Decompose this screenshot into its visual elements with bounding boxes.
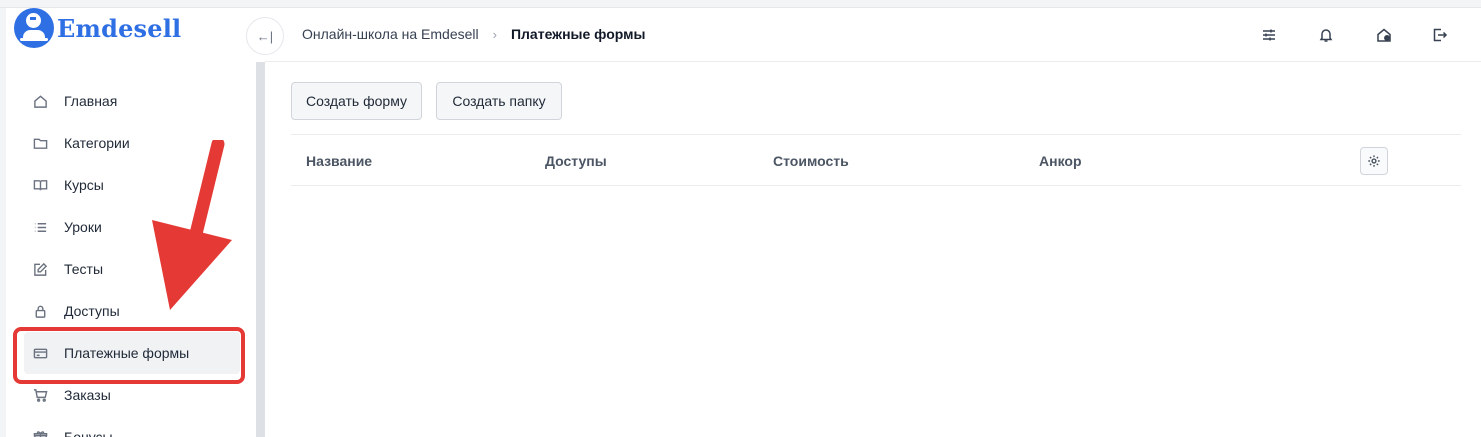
brand-name: Emdesell	[57, 13, 182, 43]
sidebar-item-label: Тесты	[64, 261, 104, 277]
sliders-icon[interactable]	[1260, 26, 1278, 44]
breadcrumb-parent-link[interactable]: Онлайн-школа на Emdesell	[302, 26, 479, 42]
table-header: Название Доступы Стоимость Анкор	[291, 134, 1461, 186]
annotation-highlight-box	[13, 327, 245, 384]
list-icon	[32, 219, 48, 235]
lock-icon	[32, 303, 48, 319]
logout-icon[interactable]	[1431, 26, 1449, 44]
collapse-arrow-icon: ←|	[256, 28, 274, 44]
sidebar-item-label: Бонусы	[64, 429, 113, 437]
sidebar-scrollbar[interactable]	[256, 62, 265, 437]
home-icon	[32, 93, 48, 109]
sidebar-item-label: Курсы	[64, 177, 104, 193]
sidebar-item-label: Категории	[64, 135, 130, 151]
home-badge-icon[interactable]	[1375, 26, 1393, 44]
sidebar-item-label: Заказы	[64, 387, 111, 403]
sidebar-item-label: Доступы	[64, 303, 120, 319]
browser-top-strip	[0, 0, 1481, 8]
bell-icon[interactable]	[1317, 26, 1335, 44]
column-header-access[interactable]: Доступы	[545, 153, 607, 169]
table-settings-button[interactable]	[1360, 147, 1388, 175]
chevron-right-icon: ›	[492, 26, 497, 42]
sidebar-item-home[interactable]: Главная	[16, 80, 242, 122]
breadcrumb: Онлайн-школа на Emdesell › Платежные фор…	[302, 26, 645, 42]
sidebar-item-label: Главная	[64, 93, 118, 109]
sidebar-item-label: Уроки	[64, 219, 102, 235]
create-folder-button[interactable]: Создать папку	[436, 82, 562, 120]
edit-icon	[32, 261, 48, 277]
column-header-price[interactable]: Стоимость	[773, 153, 849, 169]
create-form-button[interactable]: Создать форму	[291, 82, 422, 120]
folder-icon	[32, 135, 48, 151]
book-icon	[32, 177, 48, 193]
cart-icon	[32, 387, 48, 403]
brand-logo[interactable]: Emdesell	[14, 8, 181, 48]
column-header-name[interactable]: Название	[306, 153, 372, 169]
breadcrumb-current: Платежные формы	[510, 26, 646, 42]
logo-mark-icon	[14, 8, 54, 48]
gear-icon	[1368, 155, 1380, 167]
annotation-arrow-icon	[152, 140, 232, 310]
column-header-anchor[interactable]: Анкор	[1039, 153, 1082, 169]
collapse-sidebar-button[interactable]: ←|	[246, 17, 284, 55]
gift-icon	[32, 429, 48, 437]
sidebar-item-bonuses[interactable]: Бонусы	[16, 416, 242, 437]
